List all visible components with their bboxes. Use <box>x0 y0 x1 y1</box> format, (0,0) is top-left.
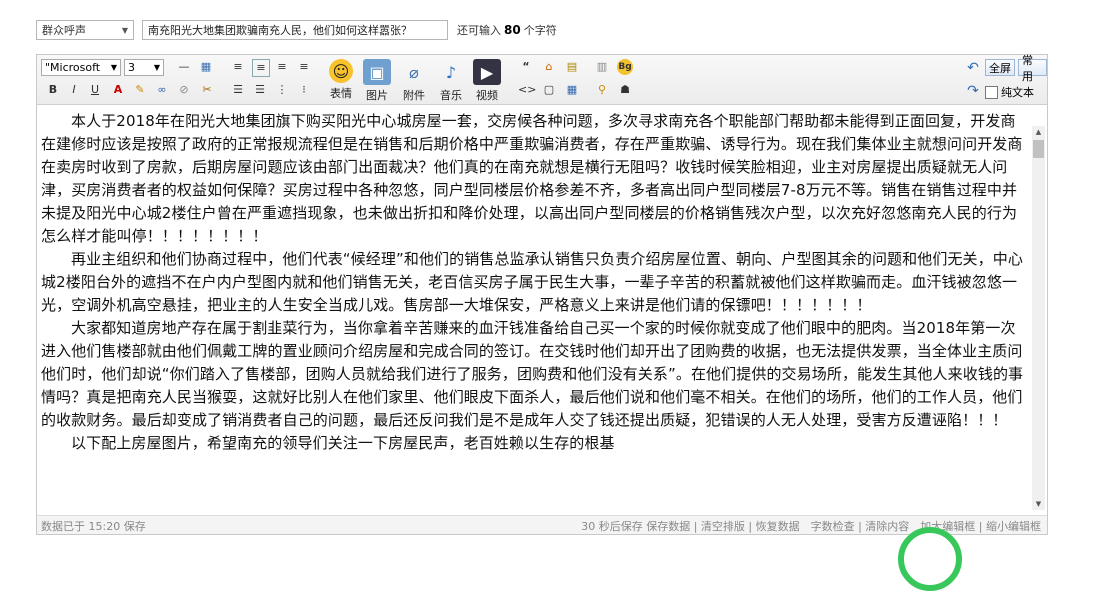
category-value: 群众呼声 <box>42 24 86 37</box>
align-justify-icon[interactable]: ≡ <box>230 59 246 75</box>
plaintext-toggle[interactable]: 纯文本 <box>985 84 1034 100</box>
font-color-icon[interactable]: A <box>110 82 126 98</box>
char-limit-hint: 还可输入 80 个字符 <box>457 23 557 37</box>
common-button[interactable]: 常用 <box>1018 54 1047 83</box>
format-brush-icon[interactable]: ✂ <box>199 82 215 98</box>
bg-icon[interactable]: Bg <box>617 59 633 75</box>
status-actions[interactable]: 30 秒后保存 保存数据 | 清空排版 | 恢复数据 字数检查 | 清除内容 加… <box>581 518 1041 534</box>
film-icon: ▶ <box>473 59 501 85</box>
align-right-icon[interactable]: ≡ <box>296 59 312 75</box>
highlight-icon[interactable]: ✎ <box>132 82 148 98</box>
scroll-down-icon[interactable]: ▼ <box>1032 498 1045 510</box>
autosave-status: 数据已于 15:20 保存 <box>41 520 146 533</box>
font-family-select[interactable]: "Microsoft ▼ <box>41 59 121 76</box>
table-icon[interactable]: ▦ <box>198 59 214 75</box>
qq-icon[interactable]: ☗ <box>617 82 633 98</box>
indent-icon[interactable]: ☰ <box>230 82 246 98</box>
chevron-down-icon: ▼ <box>121 25 128 35</box>
rich-text-editor: "Microsoft ▼ 3 ▼ — ▦ B I U A ✎ ∞ ⊘ ✂ ≡ ≡ ≡… <box>36 54 1048 535</box>
title-input[interactable]: 南充阳光大地集团欺骗南充人民，他们如何这样嚣张？ <box>142 20 448 40</box>
unlink-icon[interactable]: ⊘ <box>176 82 192 98</box>
outdent-icon[interactable]: ☰ <box>252 82 268 98</box>
paragraph: 以下配上房屋图片，希望南充的领导们关注一下房屋民声，老百姓赖以生存的根基 <box>71 434 615 452</box>
image-button[interactable]: ▣ 图片 <box>361 59 393 103</box>
bold-icon[interactable]: B <box>45 82 61 98</box>
horizontal-rule-icon[interactable]: — <box>176 59 192 75</box>
fullscreen-button[interactable]: 全屏 <box>985 59 1015 76</box>
search-replace-icon[interactable]: ⚲ <box>594 82 610 98</box>
checkbox[interactable] <box>985 85 998 99</box>
template-icon[interactable]: ▢ <box>541 82 557 98</box>
underline-icon[interactable]: U <box>87 82 103 98</box>
italic-icon[interactable]: I <box>66 82 82 98</box>
post-title-bar: 群众呼声 ▼ 南充阳光大地集团欺骗南充人民，他们如何这样嚣张？ 还可输入 80 个字… <box>36 19 557 41</box>
paragraph: 再业主组织和他们协商过程中，他们代表“候经理”和他们的销售总监承认销售只负责介绍… <box>41 250 1023 314</box>
unordered-list-icon[interactable]: ⁝ <box>296 82 312 98</box>
floating-circle-button[interactable] <box>898 527 962 591</box>
link-icon[interactable]: ∞ <box>154 82 170 98</box>
code-icon[interactable]: <> <box>518 82 536 98</box>
scroll-up-icon[interactable]: ▲ <box>1032 126 1045 138</box>
image-icon: ▣ <box>363 59 391 85</box>
music-note-icon: ♪ <box>445 62 457 82</box>
free-icon[interactable]: ⌂ <box>541 59 557 75</box>
align-center-icon[interactable]: ≡ <box>274 59 290 75</box>
emoji-button[interactable]: ☺ 表情 <box>325 59 357 101</box>
editor-content[interactable]: 本人于2018年在阳光大地集团旗下购买阳光中心城房屋一套，交房候各种问题，多次寻… <box>41 110 1029 515</box>
music-button[interactable]: ♪ 音乐 <box>435 59 467 103</box>
page-break-icon[interactable]: ▥ <box>594 59 610 75</box>
post-box-icon[interactable]: ▦ <box>564 82 580 98</box>
editor-status-bar: 数据已于 15:20 保存 30 秒后保存 保存数据 | 清空排版 | 恢复数据… <box>37 515 1047 534</box>
vertical-scrollbar[interactable]: ▲ ▼ <box>1032 126 1045 510</box>
paperclip-icon: ⌀ <box>409 62 419 82</box>
video-button[interactable]: ▶ 视频 <box>471 59 503 103</box>
editor-toolbar: "Microsoft ▼ 3 ▼ — ▦ B I U A ✎ ∞ ⊘ ✂ ≡ ≡ ≡… <box>37 54 1047 105</box>
scroll-thumb[interactable] <box>1033 140 1044 158</box>
attachment-button[interactable]: ⌀ 附件 <box>398 59 430 103</box>
undo-icon[interactable]: ↶ <box>965 60 981 76</box>
smiley-icon: ☺ <box>329 59 353 83</box>
paragraph: 大家都知道房地产存在属于割韭菜行为，当你拿着辛苦赚来的血汗钱准备给自己买一个家的… <box>41 319 1024 429</box>
redo-icon[interactable]: ↷ <box>965 83 981 99</box>
ordered-list-icon[interactable]: ⋮ <box>274 82 290 98</box>
hide-content-icon[interactable]: ▤ <box>564 59 580 75</box>
align-left-icon[interactable]: ≡ <box>252 59 270 77</box>
font-size-select[interactable]: 3 ▼ <box>124 59 164 76</box>
quote-icon[interactable]: “ <box>518 59 534 75</box>
category-select[interactable]: 群众呼声 ▼ <box>36 20 134 40</box>
paragraph: 本人于2018年在阳光大地集团旗下购买阳光中心城房屋一套，交房候各种问题，多次寻… <box>41 112 1023 245</box>
